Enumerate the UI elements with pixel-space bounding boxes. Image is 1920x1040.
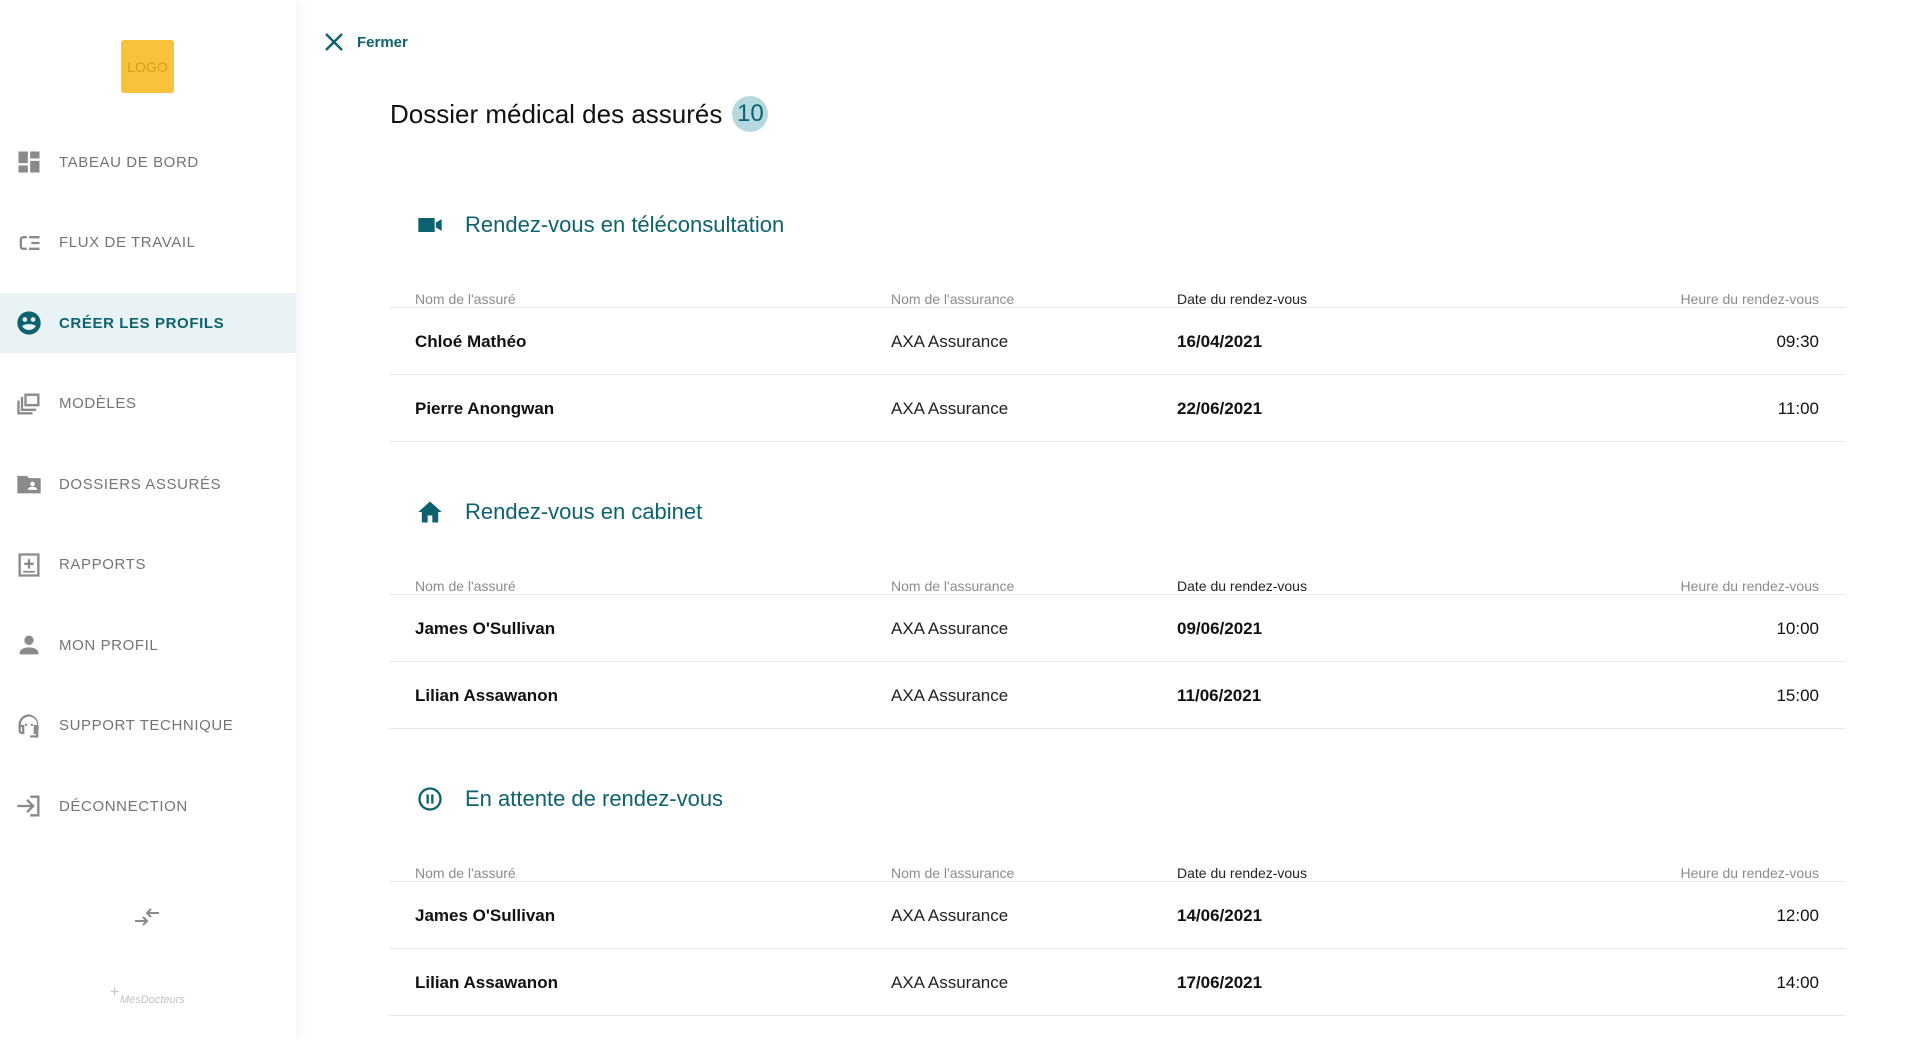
count-badge: 10	[732, 96, 769, 132]
col-header-time: Heure du rendez-vous	[1680, 291, 1819, 307]
dashboard-icon	[14, 147, 44, 177]
cell-name: James O'Sullivan	[415, 619, 556, 638]
section-en-attente: En attente de rendez-vous Nom de l'assur…	[389, 779, 1845, 1016]
logout-icon	[14, 791, 44, 821]
sidebar-item-label: MODÈLES	[59, 395, 137, 412]
cell-name: Lilian Assawanon	[415, 973, 558, 992]
sidebar-item-flux-de-travail[interactable]: FLUX DE TRAVAIL	[0, 213, 296, 273]
cell-time: 10:00	[1776, 619, 1819, 638]
table-header: Nom de l'assuré Nom de l'assurance Date …	[389, 841, 1845, 882]
col-header-time: Heure du rendez-vous	[1680, 865, 1819, 881]
sidebar-item-deconnection[interactable]: DÉCONNECTION	[0, 776, 296, 836]
col-header-insurance: Nom de l'assurance	[891, 578, 1015, 594]
table-row[interactable]: Chloé Mathéo AXA Assurance 16/04/2021 09…	[389, 308, 1845, 375]
folder-user-icon	[14, 469, 44, 499]
close-label: Fermer	[357, 33, 408, 51]
profiles-icon	[14, 308, 44, 338]
section-teleconsultation: Rendez-vous en téléconsultation Nom de l…	[389, 205, 1845, 442]
table-row[interactable]: Lilian Assawanon AXA Assurance 11/06/202…	[389, 662, 1845, 729]
cell-insurance: AXA Assurance	[891, 906, 1009, 925]
cell-insurance: AXA Assurance	[891, 973, 1009, 992]
close-icon	[325, 33, 343, 51]
sidebar-item-label: RAPPORTS	[59, 556, 147, 573]
workflow-icon	[14, 228, 44, 258]
section-header: En attente de rendez-vous	[389, 779, 1845, 819]
section-title: En attente de rendez-vous	[465, 786, 724, 811]
cell-name: Lilian Assawanon	[415, 686, 558, 705]
sidebar-item-label: MON PROFIL	[59, 636, 159, 654]
sidebar-item-rapports[interactable]: RAPPORTS	[0, 535, 296, 595]
col-header-name: Nom de l'assuré	[415, 291, 516, 307]
sidebar: LOGO TABEAU DE BORD FLUX DE TRAVAIL CRÉE…	[0, 0, 296, 1040]
table-header: Nom de l'assuré Nom de l'assurance Date …	[389, 554, 1845, 595]
section-title: Rendez-vous en téléconsultation	[465, 212, 785, 237]
col-header-date[interactable]: Date du rendez-vous	[1177, 291, 1307, 307]
sidebar-item-label: DOSSIERS ASSURÉS	[59, 475, 222, 493]
brand-footer-logo: + MesDocteurs	[110, 984, 190, 1012]
page-title-text: Dossier médical des assurés	[390, 98, 723, 129]
cell-time: 15:00	[1776, 686, 1819, 705]
pause-circle-icon	[415, 784, 445, 814]
section-header: Rendez-vous en téléconsultation	[389, 205, 1845, 245]
page-title: Dossier médical des assurés 10	[390, 96, 769, 132]
col-header-insurance: Nom de l'assurance	[891, 291, 1015, 307]
sidebar-item-label: FLUX DE TRAVAIL	[59, 234, 196, 251]
sidebar-item-tableau-de-bord[interactable]: TABEAU DE BORD	[0, 132, 296, 192]
table-header: Nom de l'assuré Nom de l'assurance Date …	[389, 267, 1845, 308]
cell-insurance: AXA Assurance	[891, 686, 1009, 705]
section-cabinet: Rendez-vous en cabinet Nom de l'assuré N…	[389, 492, 1845, 729]
cell-name: Pierre Anongwan	[415, 399, 555, 418]
video-camera-icon	[415, 210, 445, 240]
section-title: Rendez-vous en cabinet	[465, 499, 703, 524]
cell-insurance: AXA Assurance	[891, 619, 1009, 638]
col-header-time: Heure du rendez-vous	[1680, 578, 1819, 594]
sidebar-item-creer-les-profils[interactable]: CRÉER LES PROFILS	[0, 293, 296, 353]
table-row[interactable]: James O'Sullivan AXA Assurance 14/06/202…	[389, 882, 1845, 949]
sidebar-item-support-technique[interactable]: SUPPORT TECHNIQUE	[0, 696, 296, 756]
templates-icon	[14, 389, 44, 419]
cell-date: 16/04/2021	[1177, 332, 1263, 351]
col-header-date[interactable]: Date du rendez-vous	[1177, 865, 1307, 881]
table-row[interactable]: James O'Sullivan AXA Assurance 09/06/202…	[389, 595, 1845, 662]
col-header-insurance: Nom de l'assurance	[891, 865, 1015, 881]
person-icon	[14, 630, 44, 660]
cell-name: Chloé Mathéo	[415, 332, 527, 351]
cell-date: 14/06/2021	[1177, 906, 1263, 925]
col-header-date[interactable]: Date du rendez-vous	[1177, 578, 1307, 594]
sidebar-nav: TABEAU DE BORD FLUX DE TRAVAIL CRÉER LES…	[0, 132, 296, 857]
col-header-name: Nom de l'assuré	[415, 865, 516, 881]
cell-time: 11:00	[1777, 399, 1819, 418]
sidebar-item-label: DÉCONNECTION	[59, 797, 188, 815]
brand-plus: +	[110, 984, 120, 1001]
cell-date: 17/06/2021	[1177, 973, 1263, 992]
logo[interactable]: LOGO	[121, 40, 174, 93]
table-row[interactable]: Pierre Anongwan AXA Assurance 22/06/2021…	[389, 375, 1845, 442]
close-button[interactable]: Fermer	[323, 31, 408, 53]
sidebar-item-dossiers-assures[interactable]: DOSSIERS ASSURÉS	[0, 454, 296, 514]
cell-time: 14:00	[1776, 973, 1819, 992]
cell-name: James O'Sullivan	[415, 906, 556, 925]
sidebar-item-label: TABEAU DE BORD	[59, 153, 199, 171]
cell-insurance: AXA Assurance	[891, 399, 1009, 418]
home-icon	[415, 497, 445, 527]
section-header: Rendez-vous en cabinet	[389, 492, 1845, 532]
cell-date: 11/06/2021	[1177, 686, 1262, 705]
brand-name: MesDocteurs	[120, 994, 185, 1006]
collapse-sidebar-button[interactable]	[131, 904, 163, 930]
report-icon	[14, 550, 44, 580]
sidebar-item-modeles[interactable]: MODÈLES	[0, 374, 296, 434]
col-header-name: Nom de l'assuré	[415, 578, 516, 594]
sidebar-item-label: CRÉER LES PROFILS	[59, 314, 225, 332]
table-row[interactable]: Lilian Assawanon AXA Assurance 17/06/202…	[389, 949, 1845, 1016]
cell-date: 22/06/2021	[1177, 399, 1263, 418]
support-icon	[14, 711, 44, 741]
cell-date: 09/06/2021	[1177, 619, 1263, 638]
sidebar-item-label: SUPPORT TECHNIQUE	[59, 717, 234, 734]
sidebar-item-mon-profil[interactable]: MON PROFIL	[0, 615, 296, 675]
cell-insurance: AXA Assurance	[891, 332, 1009, 351]
cell-time: 12:00	[1776, 906, 1819, 925]
cell-time: 09:30	[1776, 332, 1819, 351]
arrows-swap-icon	[135, 908, 159, 926]
